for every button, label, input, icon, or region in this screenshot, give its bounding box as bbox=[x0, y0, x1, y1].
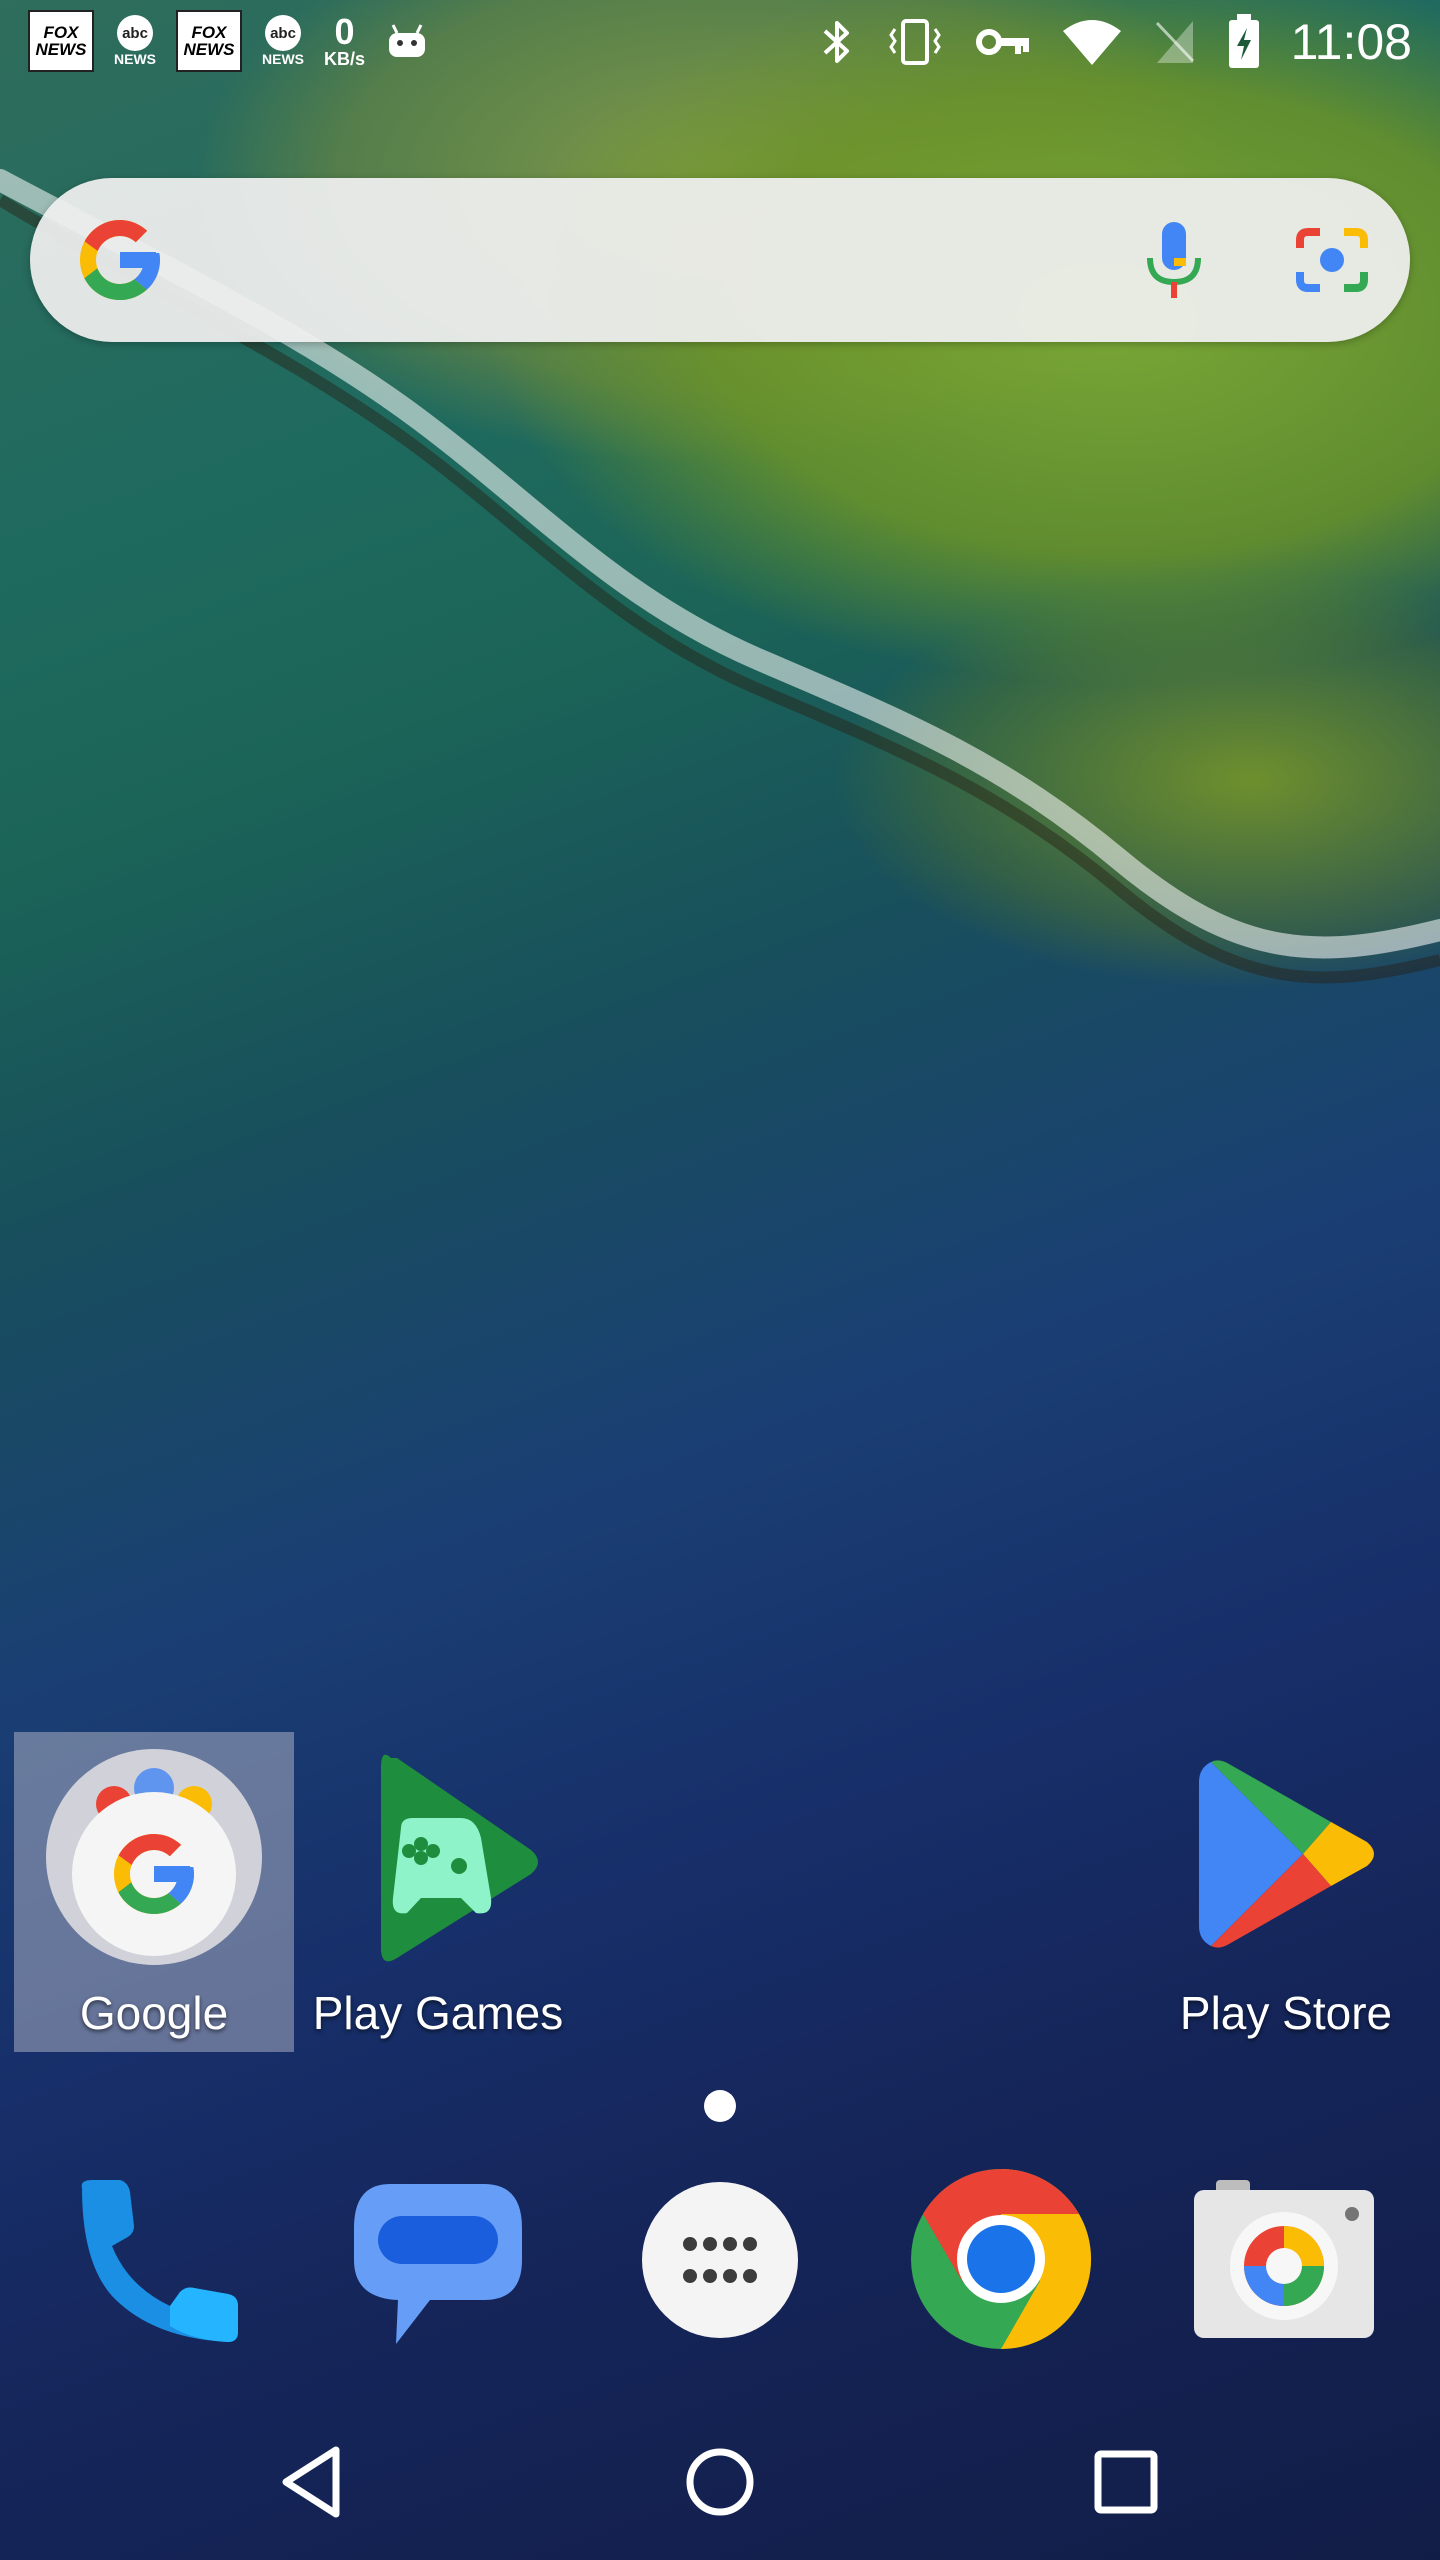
abc-caption: NEWS bbox=[114, 51, 156, 67]
app-label: Play Games bbox=[312, 1987, 564, 2039]
battery-charging-icon bbox=[1228, 14, 1259, 68]
no-signal-icon bbox=[1155, 21, 1194, 63]
vpn-key-icon bbox=[975, 29, 1029, 55]
wifi-icon bbox=[1062, 20, 1121, 65]
navigation-bar bbox=[0, 2400, 1440, 2560]
play-store-icon bbox=[1199, 1760, 1374, 1948]
status-time: 11:08 bbox=[1290, 14, 1412, 70]
android-debug-icon bbox=[389, 24, 426, 57]
abc-logo: abc bbox=[117, 15, 153, 51]
abc-news-icon: abc NEWS bbox=[114, 15, 156, 67]
chrome-icon[interactable] bbox=[910, 2168, 1092, 2350]
app-play-games[interactable]: Play Games bbox=[298, 1732, 578, 2052]
dots-grid-icon bbox=[683, 2237, 757, 2283]
app-label: Google bbox=[79, 1987, 229, 2039]
vibrate-icon bbox=[888, 19, 941, 65]
google-folder-icon bbox=[46, 1749, 262, 1965]
abc-logo: abc bbox=[265, 15, 301, 51]
play-games-icon bbox=[381, 1754, 538, 1962]
app-play-store[interactable]: Play Store bbox=[1146, 1732, 1426, 2052]
abc-caption: NEWS bbox=[262, 51, 304, 67]
bluetooth-icon bbox=[823, 21, 849, 63]
network-speed-value: 0 bbox=[334, 11, 355, 52]
recents-button[interactable] bbox=[1086, 2442, 1166, 2522]
page-indicator-dot bbox=[704, 2090, 736, 2122]
back-button[interactable] bbox=[276, 2442, 356, 2522]
fox-news-icon: FOX NEWS bbox=[176, 10, 242, 72]
status-bar: FOX NEWS abc NEWS FOX NEWS abc NEWS 0 KB… bbox=[0, 0, 1440, 84]
camera-icon[interactable] bbox=[1192, 2180, 1376, 2350]
app-label: Play Store bbox=[1179, 1987, 1393, 2039]
phone-icon[interactable] bbox=[72, 2176, 242, 2346]
fox-news-icon: FOX NEWS bbox=[28, 10, 94, 72]
network-speed: 0 KB/s bbox=[324, 11, 366, 69]
home-button[interactable] bbox=[680, 2442, 760, 2522]
google-g-icon[interactable] bbox=[72, 212, 168, 308]
app-google-folder[interactable]: Google bbox=[14, 1732, 294, 2052]
abc-news-icon: abc NEWS bbox=[262, 15, 304, 67]
app-drawer-icon[interactable] bbox=[642, 2182, 798, 2338]
network-speed-unit: KB/s bbox=[324, 49, 366, 69]
microphone-icon[interactable] bbox=[1136, 218, 1212, 302]
google-search-bar[interactable] bbox=[30, 178, 1410, 342]
google-lens-icon[interactable] bbox=[1292, 220, 1372, 300]
messages-icon[interactable] bbox=[350, 2176, 524, 2350]
